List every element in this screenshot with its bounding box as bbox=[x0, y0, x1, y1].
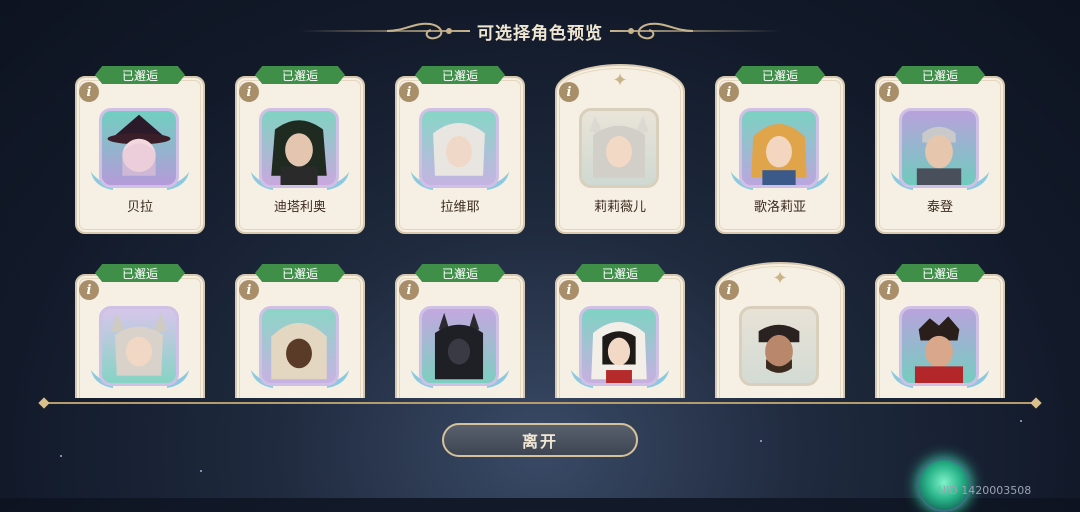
character-name: 迪塔利奥 bbox=[273, 200, 326, 215]
character-portrait bbox=[739, 306, 819, 386]
info-icon[interactable]: i bbox=[559, 82, 579, 102]
character-portrait bbox=[579, 306, 659, 386]
character-card[interactable]: 已邂逅 i bbox=[235, 258, 365, 398]
info-icon[interactable]: i bbox=[559, 280, 579, 300]
encountered-badge: 已邂逅 bbox=[255, 66, 345, 84]
bottom-divider bbox=[44, 402, 1036, 404]
encountered-badge: 已邂逅 bbox=[95, 66, 185, 84]
character-card[interactable]: 已邂逅 i 拉维耶 bbox=[395, 60, 525, 234]
sparkle bbox=[1020, 420, 1022, 422]
character-grid: 已邂逅 i 贝拉 已邂逅 i 迪塔利奥 已邂逅 i 拉维耶 ✦ i 莉莉薇儿 已… bbox=[0, 55, 1080, 398]
character-portrait bbox=[259, 108, 339, 188]
encountered-badge: 已邂逅 bbox=[95, 264, 185, 282]
encountered-badge: 已邂逅 bbox=[895, 264, 985, 282]
sparkle bbox=[760, 440, 762, 442]
ornament-left-icon bbox=[386, 22, 452, 40]
leave-button[interactable]: 离开 bbox=[442, 423, 638, 457]
character-card[interactable]: ✦ i 莉莉薇儿 bbox=[555, 60, 685, 234]
star-icon: ✦ bbox=[772, 268, 788, 289]
character-card[interactable]: ✦ i bbox=[715, 258, 845, 398]
character-portrait bbox=[419, 306, 499, 386]
character-portrait bbox=[899, 306, 979, 386]
character-name: 莉莉薇儿 bbox=[593, 200, 646, 215]
character-card[interactable]: 已邂逅 i bbox=[75, 258, 205, 398]
sparkle bbox=[60, 455, 62, 457]
character-portrait bbox=[259, 306, 339, 386]
uid-label: UID 1420003508 bbox=[938, 484, 1032, 497]
info-icon[interactable]: i bbox=[239, 82, 259, 102]
encountered-badge: 已邂逅 bbox=[415, 264, 505, 282]
info-icon[interactable]: i bbox=[719, 280, 739, 300]
info-icon[interactable]: i bbox=[399, 280, 419, 300]
info-icon[interactable]: i bbox=[79, 280, 99, 300]
character-name: 泰登 bbox=[926, 200, 953, 215]
encountered-badge: 已邂逅 bbox=[575, 264, 665, 282]
info-icon[interactable]: i bbox=[79, 82, 99, 102]
character-portrait bbox=[99, 108, 179, 188]
character-card[interactable]: 已邂逅 i 贝拉 bbox=[75, 60, 205, 234]
info-icon[interactable]: i bbox=[239, 280, 259, 300]
character-card[interactable]: 已邂逅 i bbox=[555, 258, 685, 398]
info-icon[interactable]: i bbox=[879, 82, 899, 102]
info-icon[interactable]: i bbox=[719, 82, 739, 102]
character-portrait bbox=[99, 306, 179, 386]
character-portrait bbox=[899, 108, 979, 188]
star-icon: ✦ bbox=[612, 70, 628, 91]
character-portrait bbox=[419, 108, 499, 188]
character-card[interactable]: 已邂逅 i bbox=[875, 258, 1005, 398]
character-card[interactable]: 已邂逅 i bbox=[395, 258, 525, 398]
character-portrait bbox=[739, 108, 819, 188]
encountered-badge: 已邂逅 bbox=[255, 264, 345, 282]
page-title: 可选择角色预览 bbox=[477, 23, 603, 44]
character-name: 歌洛莉亚 bbox=[753, 200, 806, 215]
character-name: 贝拉 bbox=[126, 200, 153, 215]
character-portrait bbox=[579, 108, 659, 188]
character-name: 拉维耶 bbox=[440, 200, 480, 215]
info-icon[interactable]: i bbox=[399, 82, 419, 102]
title-decoration-right bbox=[610, 30, 780, 32]
info-icon[interactable]: i bbox=[879, 280, 899, 300]
encountered-badge: 已邂逅 bbox=[895, 66, 985, 84]
title-bar: 可选择角色预览 bbox=[300, 14, 780, 48]
character-card[interactable]: 已邂逅 i 迪塔利奥 bbox=[235, 60, 365, 234]
encountered-badge: 已邂逅 bbox=[415, 66, 505, 84]
encountered-badge: 已邂逅 bbox=[735, 66, 825, 84]
sparkle bbox=[200, 470, 202, 472]
character-card[interactable]: 已邂逅 i 泰登 bbox=[875, 60, 1005, 234]
character-card[interactable]: 已邂逅 i 歌洛莉亚 bbox=[715, 60, 845, 234]
